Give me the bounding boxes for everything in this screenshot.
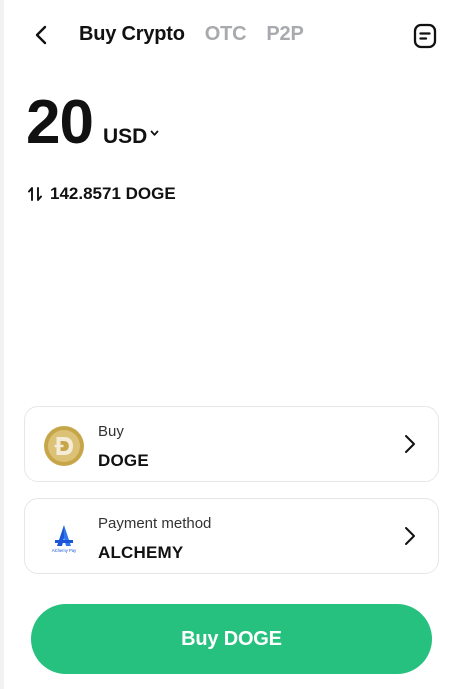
conversion-row: 142.8571 DOGE	[28, 184, 176, 204]
buy-label: Buy	[98, 423, 124, 440]
order-list-icon	[413, 23, 437, 49]
chevron-right-icon	[405, 435, 415, 453]
tab-bar: Buy Crypto OTC P2P	[79, 23, 324, 46]
doge-coin-icon	[44, 426, 84, 466]
chevron-down-icon	[150, 130, 159, 136]
payment-method-label: Payment method	[98, 515, 212, 532]
tab-buy-crypto[interactable]: Buy Crypto	[79, 23, 185, 46]
buy-asset-card[interactable]: Buy DOGE	[24, 406, 439, 482]
buy-doge-button-label: Buy DOGE	[181, 627, 282, 650]
header: Buy Crypto OTC P2P	[0, 18, 453, 54]
back-button[interactable]	[28, 20, 54, 50]
left-edge	[0, 0, 4, 689]
swap-arrows-icon[interactable]	[28, 185, 42, 203]
amount-row: 20 USD	[26, 92, 159, 154]
amount-input[interactable]: 20	[26, 92, 94, 154]
buy-asset-value: DOGE	[98, 451, 149, 470]
tab-p2p[interactable]: P2P	[266, 23, 303, 46]
payment-method-value: ALCHEMY	[98, 543, 184, 562]
currency-label: USD	[102, 125, 148, 148]
alchemy-pay-logo: Alchemy Pay	[52, 525, 77, 553]
currency-select[interactable]: USD	[103, 125, 159, 149]
buy-doge-button[interactable]: Buy DOGE	[31, 604, 432, 674]
tab-otc[interactable]: OTC	[205, 23, 247, 46]
converted-amount: 142.8571 DOGE	[50, 184, 176, 203]
chevron-right-icon	[405, 527, 415, 545]
alchemy-pay-wordmark: Alchemy Pay	[52, 548, 77, 553]
orders-button[interactable]	[412, 22, 438, 50]
payment-method-card[interactable]: Alchemy Pay Payment method ALCHEMY	[24, 498, 439, 574]
chevron-left-icon	[35, 25, 47, 45]
